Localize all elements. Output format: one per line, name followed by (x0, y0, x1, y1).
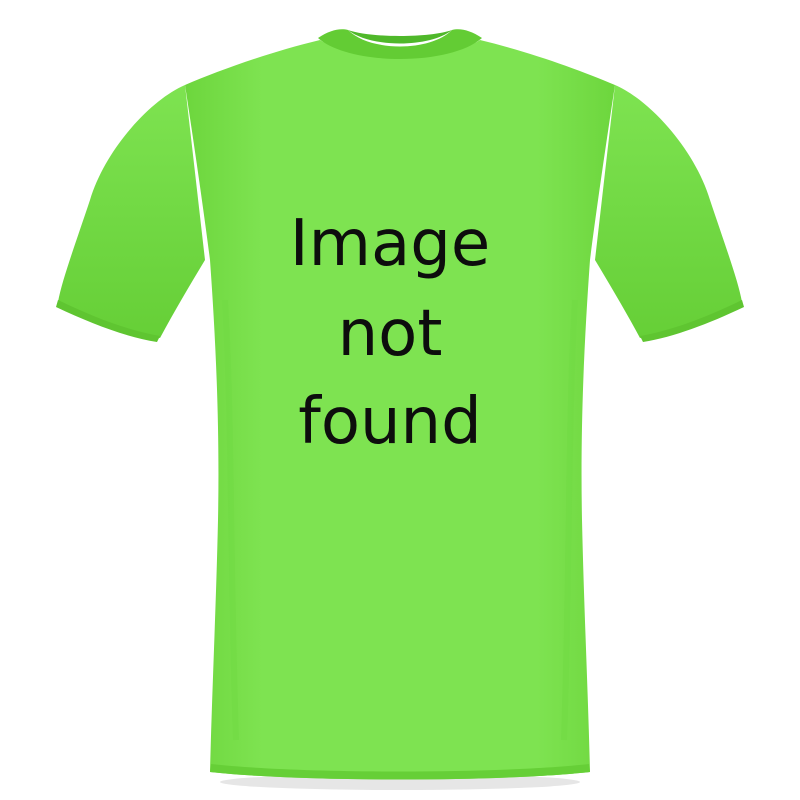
print-text-line-3: found (298, 385, 482, 459)
product-image: Image not found (0, 0, 800, 800)
right-sleeve (595, 85, 742, 338)
print-text-line-1: Image (289, 207, 491, 281)
print-text-line-2: not (337, 297, 443, 371)
